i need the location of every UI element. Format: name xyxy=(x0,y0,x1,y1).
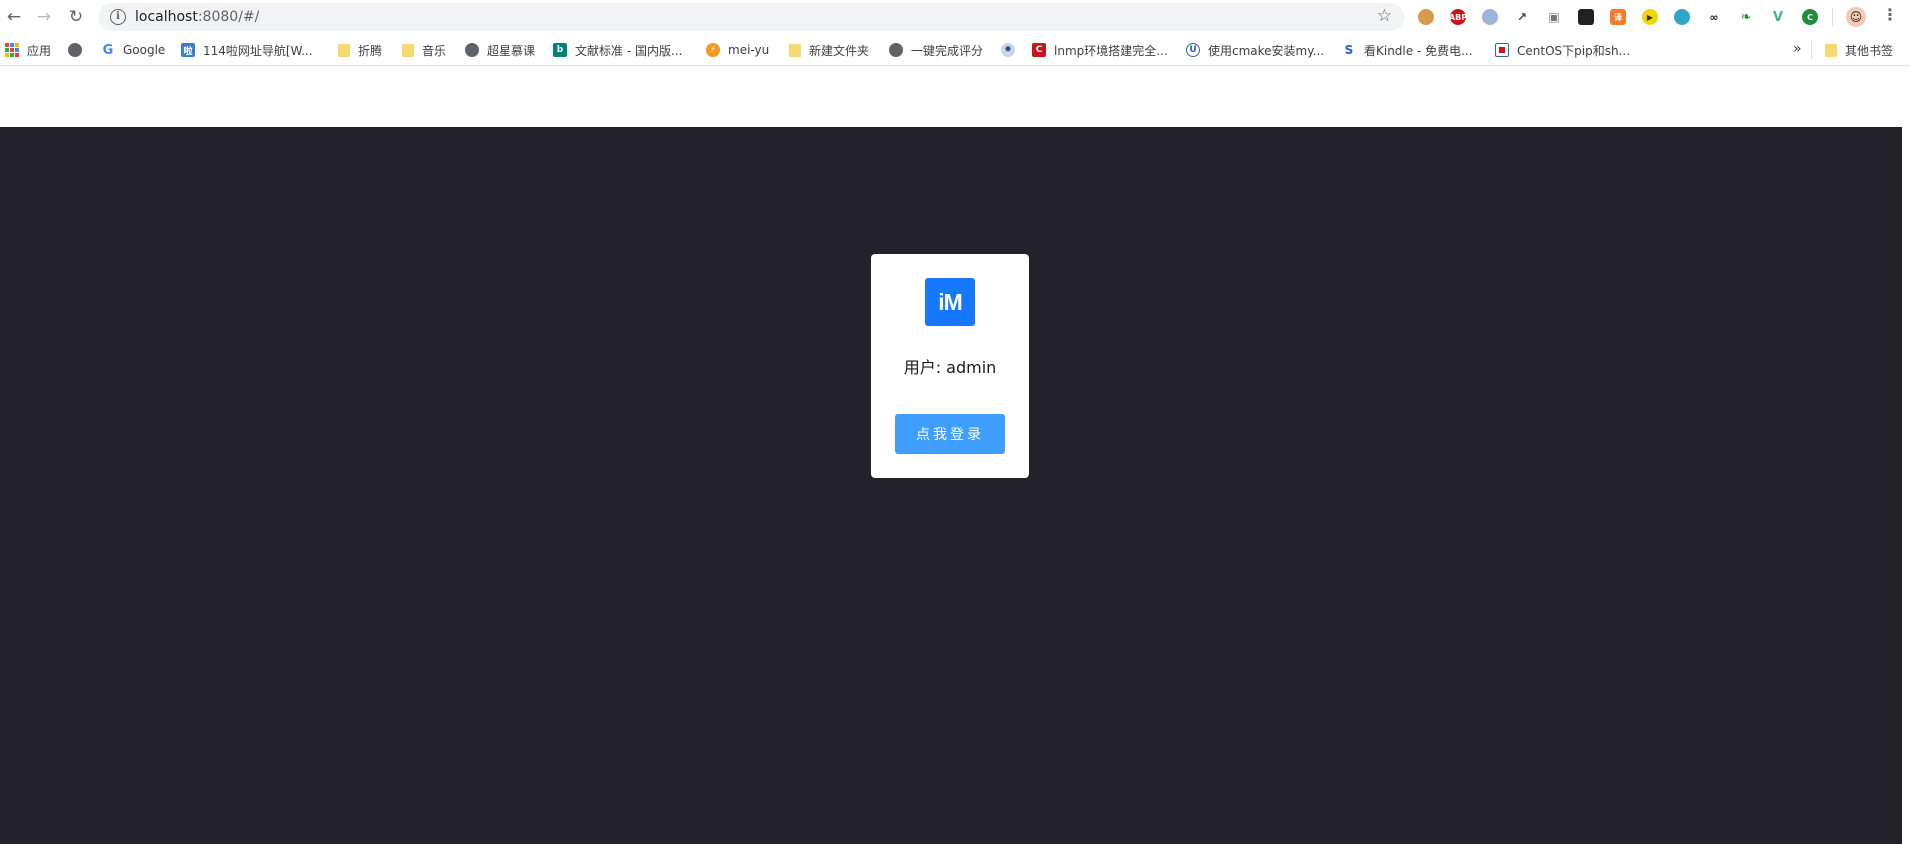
back-icon[interactable]: ← xyxy=(0,3,28,31)
menu-kebab-icon[interactable]: ⋮ xyxy=(1882,5,1898,24)
login-card: iM 用户: admin 点我登录 xyxy=(871,254,1029,478)
csdn-icon: C xyxy=(1032,43,1046,57)
adblock-extension-icon[interactable]: ABP xyxy=(1449,9,1467,25)
bookmark-globe[interactable] xyxy=(68,34,90,66)
glasses-extension-icon[interactable]: ∞ xyxy=(1706,9,1722,25)
bookmark-label: CentOS下pip和sh... xyxy=(1517,43,1631,58)
bookmark-label: 其他书签 xyxy=(1845,43,1894,58)
bookmark-gear-site[interactable]: ✸ xyxy=(1001,34,1023,66)
bookmark-lnmp[interactable]: C lnmp环境搭建完全... xyxy=(1032,34,1168,66)
bookmark-label: 114啦网址导航[W... xyxy=(203,43,313,58)
folder-icon xyxy=(338,43,350,57)
toolbar-separator xyxy=(1832,8,1833,26)
address-bar[interactable]: i localhost:8080/#/ ☆ xyxy=(98,3,1404,31)
fox-extension-icon[interactable] xyxy=(1674,9,1690,25)
bookmark-114la[interactable]: 啦 114啦网址导航[W... xyxy=(181,34,313,66)
user-label: 用户: admin xyxy=(903,358,997,377)
bookmark-label: 超星慕课 xyxy=(487,43,536,58)
extensions-bar: ABP ↗ ▣ 译 ▶ ∞ ❧ V C xyxy=(1418,7,1834,27)
bookmark-folder-new[interactable]: 新建文件夹 xyxy=(789,34,869,66)
folder-icon xyxy=(789,43,801,57)
camera-extension-icon[interactable]: ▣ xyxy=(1546,9,1562,25)
bookmark-label: 音乐 xyxy=(422,43,447,58)
info-icon[interactable]: i xyxy=(110,9,126,25)
centos-site-icon xyxy=(1495,43,1509,57)
bolt-icon: ⚡ xyxy=(706,43,720,57)
u-site-icon: U xyxy=(1186,43,1200,57)
chart-extension-icon[interactable]: ↗ xyxy=(1514,9,1530,25)
reload-icon[interactable]: ↻ xyxy=(62,3,90,31)
folder-icon xyxy=(1825,43,1837,57)
apps-grid-icon xyxy=(5,43,19,57)
app-logo: iM xyxy=(925,278,975,326)
profile-avatar-icon[interactable]: ☺ xyxy=(1846,7,1866,27)
cookie-extension-icon[interactable] xyxy=(1418,9,1434,25)
globe-icon xyxy=(68,43,82,57)
bookmarks-overflow-icon[interactable]: » xyxy=(1793,41,1802,57)
forward-icon[interactable]: → xyxy=(30,3,58,31)
google-icon: G xyxy=(102,42,114,58)
bookmark-label: mei-yu xyxy=(728,43,770,57)
folder-icon xyxy=(402,43,414,57)
bookmark-kindle[interactable]: S 看Kindle - 免费电... xyxy=(1342,34,1473,66)
bookmarks-separator xyxy=(1811,41,1812,59)
login-button[interactable]: 点我登录 xyxy=(895,414,1005,454)
globe-extension-icon[interactable] xyxy=(1482,9,1498,25)
page-background xyxy=(0,127,1902,844)
bookmark-label: 一键完成评分 xyxy=(911,43,984,58)
bookmark-apps[interactable]: 应用 xyxy=(5,34,51,66)
globe-icon xyxy=(889,43,903,57)
site-icon: 啦 xyxy=(181,43,195,57)
bookmark-label: 新建文件夹 xyxy=(809,43,870,58)
bookmark-label: lnmp环境搭建完全... xyxy=(1054,43,1168,58)
s-site-icon: S xyxy=(1344,43,1354,57)
url-path: :8080/#/ xyxy=(197,9,260,25)
bookmark-centos[interactable]: CentOS下pip和sh... xyxy=(1495,34,1630,66)
bookmark-star-icon[interactable]: ☆ xyxy=(1377,6,1392,26)
bookmark-other[interactable]: 其他书签 xyxy=(1825,34,1893,66)
url-text[interactable]: localhost:8080/#/ xyxy=(135,9,259,25)
play-extension-icon[interactable]: ▶ xyxy=(1642,9,1658,25)
bookmark-cmake[interactable]: U 使用cmake安装my... xyxy=(1186,34,1324,66)
bookmark-folder-zheteng[interactable]: 折腾 xyxy=(338,34,382,66)
leaf-extension-icon[interactable]: ❧ xyxy=(1738,9,1754,25)
translate-extension-icon[interactable]: 译 xyxy=(1610,9,1626,25)
bookmark-bing[interactable]: b 文献标准 - 国内版... xyxy=(553,34,682,66)
bookmark-label: Google xyxy=(123,43,166,57)
bookmarks-bar: 应用 G Google 啦 114啦网址导航[W... 折腾 音乐 超星慕课 b… xyxy=(0,34,1910,66)
bookmark-label: 折腾 xyxy=(358,43,383,58)
bookmark-label: 使用cmake安装my... xyxy=(1208,43,1325,58)
bookmark-rating[interactable]: 一键完成评分 xyxy=(889,34,983,66)
vue-extension-icon[interactable]: V xyxy=(1770,9,1786,25)
bookmark-label: 看Kindle - 免费电... xyxy=(1364,43,1473,58)
bookmark-google[interactable]: G Google xyxy=(101,34,166,66)
bookmark-label: 文献标准 - 国内版... xyxy=(575,43,683,58)
gear-site-icon: ✸ xyxy=(1001,43,1015,57)
c-extension-icon[interactable]: C xyxy=(1802,9,1818,25)
globe-icon xyxy=(465,43,479,57)
bookmark-mei-yu[interactable]: ⚡ mei-yu xyxy=(706,34,769,66)
bookmark-chaoxing[interactable]: 超星慕课 xyxy=(465,34,535,66)
bing-icon: b xyxy=(553,43,567,57)
bookmark-folder-music[interactable]: 音乐 xyxy=(402,34,446,66)
url-host: localhost xyxy=(135,9,198,25)
bookmark-label: 应用 xyxy=(27,43,52,58)
browser-toolbar: ← → ↻ i localhost:8080/#/ ☆ ABP ↗ ▣ 译 ▶ … xyxy=(0,0,1910,34)
ghost-extension-icon[interactable] xyxy=(1578,9,1594,25)
